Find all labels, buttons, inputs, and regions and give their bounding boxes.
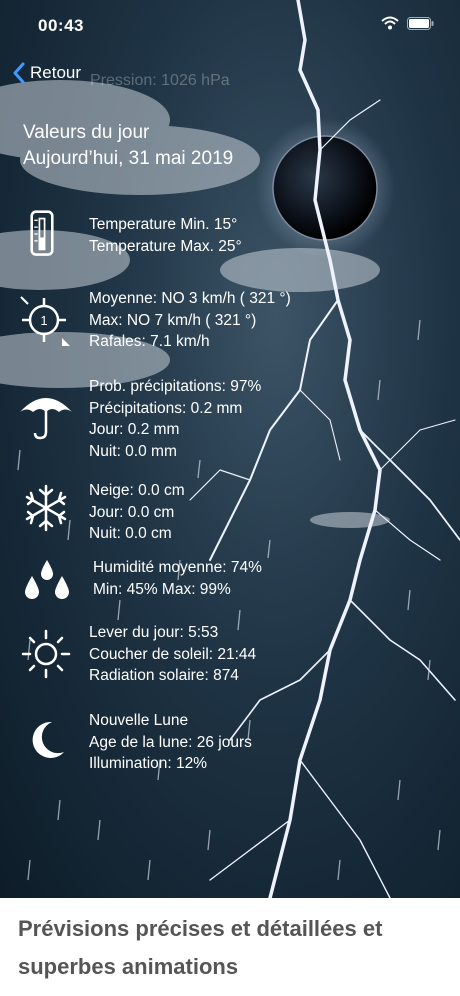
precip-day: Jour: 0.2 mm (89, 421, 180, 438)
snow-amount: Neige: 0.0 cm (89, 482, 185, 499)
moon-age: Age de la lune: 26 jours (89, 733, 252, 751)
humidity-avg: Humidité moyenne: 74% (93, 559, 262, 576)
compass-wind-icon: 1 (20, 296, 70, 346)
moon-illumination: Illumination: 12% (89, 755, 208, 772)
umbrella-icon (20, 398, 72, 440)
temp-min: Temperature Min. 15° (89, 216, 238, 233)
weather-screen: 00:43 Retour Pression: 1026 hPa Valeurs … (0, 0, 460, 898)
humidity-lines: Humidité moyenne: 74% Min: 45% Max: 99% (93, 557, 262, 600)
humidity-range: Min: 45% Max: 99% (93, 580, 231, 598)
promo-caption: Prévisions précises et détaillées et sup… (18, 916, 383, 979)
sun-lines: Lever du jour: 5:53 Coucher de soleil: 2… (89, 622, 256, 687)
wifi-icon (381, 16, 399, 30)
temperature-lines: Temperature Min. 15° Temperature Max. 25… (89, 214, 242, 257)
wind-icon-number: 1 (40, 313, 47, 328)
wind-max: Max: NO 7 km/h ( 321 °) (89, 311, 257, 329)
moon-lines: Nouvelle Lune Age de la lune: 26 jours I… (89, 710, 252, 775)
precip-amount: Précipitations: 0.2 mm (89, 399, 243, 417)
temp-max: Temperature Max. 25° (89, 237, 242, 255)
wind-gusts: Rafales: 7.1 km/h (89, 333, 210, 350)
status-bar: 00:43 (0, 14, 460, 38)
day-header: Valeurs du jour Aujourd’hui, 31 mai 2019 (23, 120, 233, 172)
sun-rise: Lever du jour: 5:53 (89, 624, 219, 641)
sun-radiation: Radiation solaire: 874 (89, 667, 239, 684)
thermometer-icon (30, 210, 54, 256)
snow-lines: Neige: 0.0 cm Jour: 0.0 cm Nuit: 0.0 cm (89, 480, 185, 545)
header-title: Valeurs du jour (23, 122, 150, 143)
sun-set: Coucher de soleil: 21:44 (89, 645, 257, 663)
status-icons (381, 16, 434, 30)
wind-avg: Moyenne: NO 3 km/h ( 321 °) (89, 290, 291, 307)
header-date: Aujourd’hui, 31 mai 2019 (23, 148, 234, 169)
back-button[interactable]: Retour (12, 62, 81, 84)
crescent-moon-icon (32, 721, 64, 758)
snow-night: Nuit: 0.0 cm (89, 525, 172, 542)
back-label: Retour (30, 63, 82, 82)
pressure-label: Pression: 1026 hPa (90, 72, 230, 89)
chevron-left-icon (13, 62, 25, 84)
wind-lines: Moyenne: NO 3 km/h ( 321 °) Max: NO 7 km… (89, 288, 291, 353)
snow-day: Jour: 0.0 cm (89, 503, 175, 521)
water-drops-icon (25, 560, 69, 599)
status-time: 00:43 (38, 16, 84, 35)
battery-icon (407, 16, 434, 30)
snowflake-icon (25, 484, 67, 532)
precip-night: Nuit: 0.0 mm (89, 442, 177, 460)
precip-prob: Prob. précipitations: 97% (89, 378, 262, 395)
moon-sphere (272, 135, 378, 241)
precipitation-lines: Prob. précipitations: 97% Précipitations… (89, 376, 261, 462)
moon-phase: Nouvelle Lune (89, 712, 189, 729)
sun-icon (21, 629, 71, 679)
